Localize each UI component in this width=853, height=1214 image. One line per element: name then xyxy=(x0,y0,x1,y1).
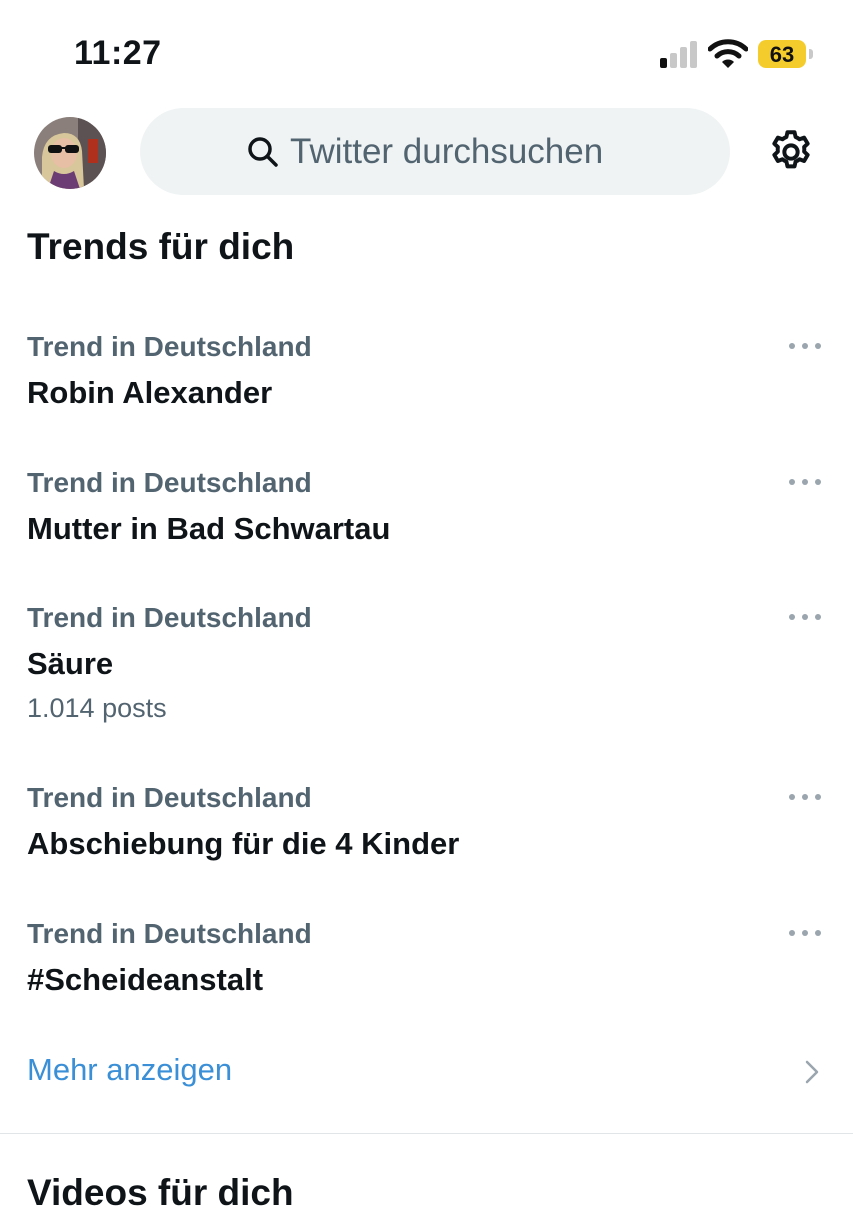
more-options-icon[interactable] xyxy=(789,926,825,940)
search-icon xyxy=(247,136,279,168)
chevron-right-icon[interactable] xyxy=(802,1058,822,1086)
trend-item[interactable]: Trend in Deutschland Mutter in Bad Schwa… xyxy=(0,467,853,587)
more-options-icon[interactable] xyxy=(789,339,825,353)
trend-name: #Scheideanstalt xyxy=(27,962,264,997)
trend-context: Trend in Deutschland xyxy=(27,467,312,498)
trend-item[interactable]: Trend in Deutschland Robin Alexander xyxy=(0,331,853,451)
trend-context: Trend in Deutschland xyxy=(27,782,312,813)
trend-context: Trend in Deutschland xyxy=(27,918,312,949)
search-placeholder: Twitter durchsuchen xyxy=(290,132,604,171)
videos-section-title: Videos für dich xyxy=(27,1172,294,1213)
trend-context: Trend in Deutschland xyxy=(27,602,312,633)
trend-name: Säure xyxy=(27,646,114,681)
gear-icon[interactable] xyxy=(766,127,816,177)
battery-tip xyxy=(809,49,813,59)
trend-item[interactable]: Trend in Deutschland Säure 1.014 posts xyxy=(0,602,853,723)
more-options-icon[interactable] xyxy=(789,610,825,624)
battery-icon: 63 xyxy=(758,40,814,68)
cellular-signal-icon xyxy=(660,40,700,68)
trend-context: Trend in Deutschland xyxy=(27,331,312,362)
trend-item[interactable]: Trend in Deutschland Abschiebung für die… xyxy=(0,782,853,902)
trend-item[interactable]: Trend in Deutschland #Scheideanstalt xyxy=(0,918,853,1038)
profile-avatar[interactable] xyxy=(34,117,106,189)
show-more-link[interactable]: Mehr anzeigen xyxy=(27,1052,232,1088)
trend-name: Robin Alexander xyxy=(27,375,273,410)
more-options-icon[interactable] xyxy=(789,790,825,804)
wifi-icon xyxy=(707,38,749,70)
trend-post-count: 1.014 posts xyxy=(27,693,167,723)
status-bar: 11:27 63 xyxy=(0,0,853,100)
status-time: 11:27 xyxy=(74,34,162,72)
trends-section-title: Trends für dich xyxy=(27,226,295,267)
trend-name: Mutter in Bad Schwartau xyxy=(27,511,391,546)
search-input[interactable]: Twitter durchsuchen xyxy=(140,108,730,195)
section-divider xyxy=(0,1133,853,1134)
trend-name: Abschiebung für die 4 Kinder xyxy=(27,826,460,861)
battery-level: 63 xyxy=(769,42,795,67)
more-options-icon[interactable] xyxy=(789,475,825,489)
